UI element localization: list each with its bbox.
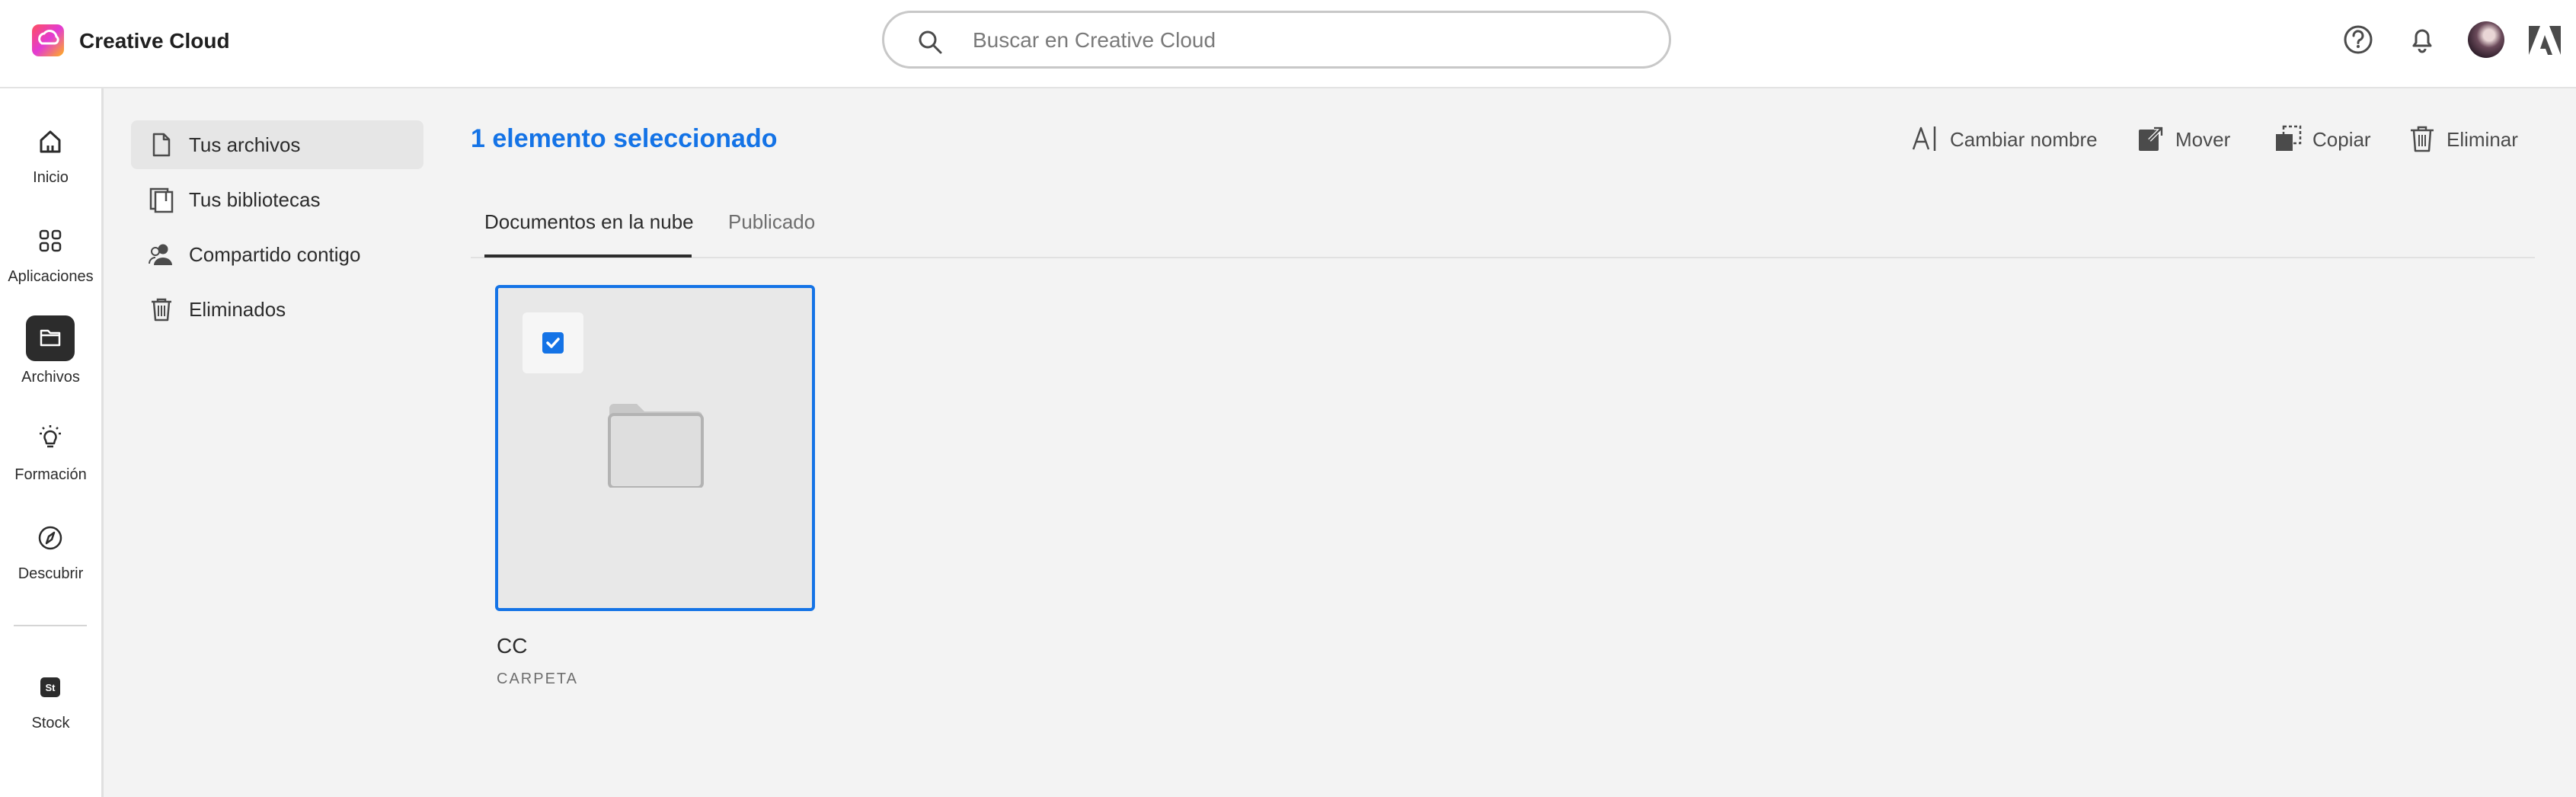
active-tab-indicator — [484, 254, 692, 258]
rail-item-aplicaciones[interactable]: Aplicaciones — [0, 224, 101, 308]
tabs-divider — [471, 257, 2535, 258]
delete-label: Eliminar — [2447, 128, 2518, 151]
apps-grid-icon — [39, 229, 62, 252]
selection-count-title: 1 elemento seleccionado — [471, 124, 778, 153]
rail-item-inicio[interactable]: Inicio — [0, 125, 101, 209]
search-icon — [919, 30, 942, 54]
rail-label-stock: Stock — [31, 715, 70, 731]
document-icon — [152, 133, 171, 157]
compass-icon — [38, 526, 62, 550]
top-header: Creative Cloud — [0, 0, 2576, 88]
tab-documentos-en-la-nube[interactable]: Documentos en la nube — [484, 209, 694, 235]
subnav-label-eliminados: Eliminados — [189, 298, 286, 321]
rail-label-descubrir: Descubrir — [18, 565, 84, 582]
libraries-icon — [149, 187, 174, 213]
notifications-bell-icon[interactable] — [2405, 23, 2439, 56]
adobe-logo-icon[interactable] — [2527, 23, 2562, 58]
help-icon[interactable] — [2341, 23, 2375, 56]
folder-name[interactable]: CC — [497, 632, 527, 660]
subnav-item-eliminados[interactable]: Eliminados — [131, 285, 423, 334]
rename-label: Cambiar nombre — [1950, 128, 2098, 151]
user-avatar[interactable] — [2468, 21, 2504, 58]
subnav-label-compartido-contigo: Compartido contigo — [189, 243, 361, 266]
folder-card[interactable] — [495, 285, 815, 611]
app-title: Creative Cloud — [79, 29, 230, 53]
move-label: Mover — [2175, 128, 2231, 151]
folder-icon — [26, 315, 75, 361]
subnav-label-tus-archivos: Tus archivos — [189, 133, 301, 156]
subnav-item-compartido-contigo[interactable]: Compartido contigo — [131, 230, 423, 279]
lightbulb-icon — [40, 425, 61, 448]
rail-item-stock[interactable]: St Stock — [0, 671, 101, 754]
checkmark-icon — [546, 338, 560, 348]
selection-checkbox[interactable] — [542, 332, 564, 354]
folder-thumbnail-icon — [608, 404, 704, 488]
svg-text:St: St — [46, 682, 56, 693]
copy-icon — [2276, 125, 2302, 151]
folder-type-label: CARPETA — [497, 671, 578, 687]
subnav-label-tus-bibliotecas: Tus bibliotecas — [189, 188, 321, 211]
home-icon — [40, 130, 61, 153]
delete-trash-icon — [2411, 126, 2434, 152]
move-icon — [2139, 126, 2164, 151]
subnav-item-tus-archivos[interactable]: Tus archivos — [131, 120, 423, 169]
rail-item-formacion[interactable]: Formación — [0, 422, 101, 506]
trash-icon — [152, 298, 171, 322]
subnav-item-tus-bibliotecas[interactable]: Tus bibliotecas — [131, 175, 423, 224]
search-box[interactable] — [882, 11, 1671, 69]
rename-icon — [1912, 126, 1936, 151]
rail-label-archivos: Archivos — [21, 369, 80, 386]
rail-label-formacion: Formación — [14, 466, 87, 483]
left-rail: Inicio Aplicaciones Archivos Formación D… — [0, 88, 104, 797]
rail-label-inicio: Inicio — [33, 169, 69, 186]
shared-user-icon — [149, 244, 172, 265]
copy-label: Copiar — [2312, 128, 2371, 151]
rail-divider — [14, 625, 87, 626]
tab-publicado[interactable]: Publicado — [728, 209, 815, 235]
creative-cloud-logo-icon[interactable] — [32, 24, 64, 56]
rail-item-descubrir[interactable]: Descubrir — [0, 521, 101, 605]
stock-icon: St — [40, 677, 60, 697]
rail-item-archivos[interactable]: Archivos — [0, 315, 101, 408]
rail-label-aplicaciones: Aplicaciones — [8, 268, 94, 285]
checkbox-container — [523, 312, 583, 373]
search-input[interactable] — [971, 22, 1644, 59]
